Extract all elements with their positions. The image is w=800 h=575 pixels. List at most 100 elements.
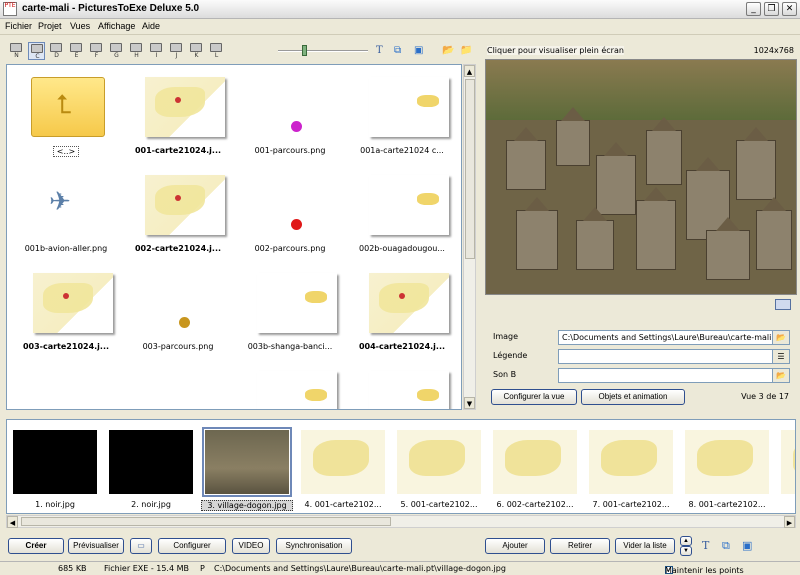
slide-item[interactable]: 3. village-dogon.jpg bbox=[201, 426, 293, 513]
slide-item[interactable]: 1. noir.jpg bbox=[9, 426, 101, 513]
view-button-g[interactable]: G bbox=[108, 42, 125, 60]
view-button-e[interactable]: E bbox=[68, 42, 85, 60]
view-button-d[interactable]: D bbox=[48, 42, 65, 60]
slide-item[interactable]: 7. 001-carte2102... bbox=[585, 426, 677, 513]
slider-knob[interactable] bbox=[302, 45, 307, 56]
file-item[interactable]: 001-carte21024.j... bbox=[123, 69, 233, 166]
slide-item[interactable]: 9. 00 bbox=[777, 426, 795, 513]
view-button-f[interactable]: F bbox=[88, 42, 105, 60]
ajouter-button[interactable]: Ajouter bbox=[485, 538, 545, 554]
file-thumbnail bbox=[257, 273, 337, 333]
dogon-hut bbox=[506, 140, 546, 190]
file-item[interactable] bbox=[123, 363, 233, 409]
file-browser-scrollbar[interactable]: ▲ ▼ bbox=[463, 64, 476, 410]
slide-item[interactable]: 2. noir.jpg bbox=[105, 426, 197, 513]
browse-sound-icon[interactable]: 📂 bbox=[772, 368, 790, 383]
fullscreen-icon[interactable] bbox=[775, 299, 791, 310]
creer-button[interactable]: Créer bbox=[8, 538, 64, 554]
view-button-h[interactable]: H bbox=[128, 42, 145, 60]
monitor-icon bbox=[130, 43, 142, 52]
edit-legende-icon[interactable]: ☰ bbox=[772, 349, 790, 364]
slide-item[interactable]: 4. 001-carte2102... bbox=[297, 426, 389, 513]
file-item[interactable]: 002-carte21024.j... bbox=[123, 167, 233, 264]
preview-image[interactable] bbox=[485, 59, 797, 295]
previsualiser-button[interactable]: Prévisualiser bbox=[68, 538, 124, 554]
slide-thumbnail bbox=[301, 430, 385, 494]
objects-animation-button[interactable]: Objets et animation bbox=[581, 389, 685, 405]
image-field[interactable]: C:\Documents and Settings\Laure\Bureau\c… bbox=[558, 330, 777, 345]
copy-slide-icon[interactable]: ⧉ bbox=[722, 539, 730, 553]
dogon-hut bbox=[756, 210, 792, 270]
view-button-k[interactable]: K bbox=[188, 42, 205, 60]
slide-list[interactable]: 1. noir.jpg 2. noir.jpg 3. village-dogon.j… bbox=[6, 419, 796, 514]
move-up-icon[interactable]: ▲ bbox=[680, 536, 692, 546]
file-item[interactable]: ✈ 001b-avion-aller.png bbox=[11, 167, 121, 264]
view-button-c[interactable]: C bbox=[28, 42, 45, 60]
thumbnail-size-slider[interactable] bbox=[278, 45, 368, 56]
slide-list-scrollbar[interactable]: ◀ ▶ bbox=[6, 515, 796, 528]
up-folder-icon[interactable]: 📁 bbox=[460, 45, 472, 56]
menu-affichage[interactable]: Affichage bbox=[98, 21, 135, 31]
minimize-button[interactable]: _ bbox=[746, 2, 761, 16]
view-letter: G bbox=[114, 52, 119, 59]
legende-field[interactable] bbox=[558, 349, 777, 364]
copy-icon[interactable]: ⧉ bbox=[394, 45, 401, 56]
scroll-up-icon[interactable]: ▲ bbox=[464, 65, 475, 77]
scroll-down-icon[interactable]: ▼ bbox=[464, 397, 475, 409]
slide-item[interactable]: 8. 001-carte2102... bbox=[681, 426, 773, 513]
file-item[interactable]: 002-parcours.png bbox=[235, 167, 345, 264]
app-icon: PTE bbox=[3, 2, 17, 16]
file-item[interactable] bbox=[235, 363, 345, 409]
text-view-icon[interactable]: T bbox=[376, 45, 383, 56]
hut-roof bbox=[716, 217, 740, 231]
file-item[interactable]: 003-parcours.png bbox=[123, 265, 233, 362]
scroll-left-icon[interactable]: ◀ bbox=[7, 516, 18, 528]
slide-thumbnail bbox=[781, 430, 795, 494]
hut-roof bbox=[644, 187, 668, 201]
menu-vues[interactable]: Vues bbox=[70, 21, 90, 31]
retirer-button[interactable]: Retirer bbox=[550, 538, 610, 554]
close-button[interactable]: ✕ bbox=[782, 2, 797, 16]
monitor-icon bbox=[90, 43, 102, 52]
vider-button[interactable]: Vider la liste bbox=[615, 538, 675, 554]
view-button-n[interactable]: N bbox=[8, 42, 25, 60]
configurer-button[interactable]: Configurer bbox=[158, 538, 226, 554]
scrollbar-thumb[interactable] bbox=[465, 79, 475, 259]
edit-slide-icon[interactable]: ▣ bbox=[742, 539, 752, 552]
file-thumbnail bbox=[145, 371, 225, 409]
file-item[interactable] bbox=[347, 363, 457, 409]
file-item[interactable]: 002b-ouagadougou... bbox=[347, 167, 457, 264]
menu-aide[interactable]: Aide bbox=[142, 21, 160, 31]
configure-view-button[interactable]: Configurer la vue bbox=[491, 389, 577, 405]
view-button-l[interactable]: L bbox=[208, 42, 225, 60]
view-button-i[interactable]: I bbox=[148, 42, 165, 60]
view-button-j[interactable]: J bbox=[168, 42, 185, 60]
open-folder-icon[interactable]: 📂 bbox=[442, 45, 454, 56]
son-field[interactable] bbox=[558, 368, 777, 383]
scroll-right-icon[interactable]: ▶ bbox=[784, 516, 795, 528]
menu-projet[interactable]: Projet bbox=[38, 21, 62, 31]
file-item[interactable]: 003-carte21024.j... bbox=[11, 265, 121, 362]
text-icon[interactable]: T bbox=[702, 539, 709, 552]
slide-item[interactable]: 6. 002-carte2102... bbox=[489, 426, 581, 513]
file-item[interactable]: ⮤ <..> bbox=[11, 69, 121, 166]
file-browser[interactable]: ⮤ <..> 001-carte21024.j... 001-parcours.png… bbox=[6, 64, 462, 410]
file-item[interactable]: 001-parcours.png bbox=[235, 69, 345, 166]
fullscreen-button[interactable]: ▭ bbox=[130, 538, 152, 554]
video-button[interactable]: VIDEO bbox=[232, 538, 270, 554]
h-scrollbar-thumb[interactable] bbox=[21, 517, 391, 526]
menu-fichier[interactable]: Fichier bbox=[5, 21, 32, 31]
hut-roof bbox=[525, 197, 549, 211]
synchronisation-button[interactable]: Synchronisation bbox=[276, 538, 352, 554]
maximize-button[interactable]: ❐ bbox=[764, 2, 779, 16]
browse-image-icon[interactable]: 📂 bbox=[772, 330, 790, 345]
window-icon[interactable]: ▣ bbox=[414, 45, 423, 56]
son-label: Son B bbox=[493, 370, 517, 379]
preview-hint[interactable]: Cliquer pour visualiser plein écran bbox=[487, 46, 624, 55]
move-down-icon[interactable]: ▼ bbox=[680, 546, 692, 556]
hut-roof bbox=[744, 127, 768, 141]
file-item[interactable]: 004-carte21024.j... bbox=[347, 265, 457, 362]
file-item[interactable]: 003b-shanga-banci... bbox=[235, 265, 345, 362]
file-item[interactable]: 001a-carte21024 c... bbox=[347, 69, 457, 166]
slide-item[interactable]: 5. 001-carte2102... bbox=[393, 426, 485, 513]
